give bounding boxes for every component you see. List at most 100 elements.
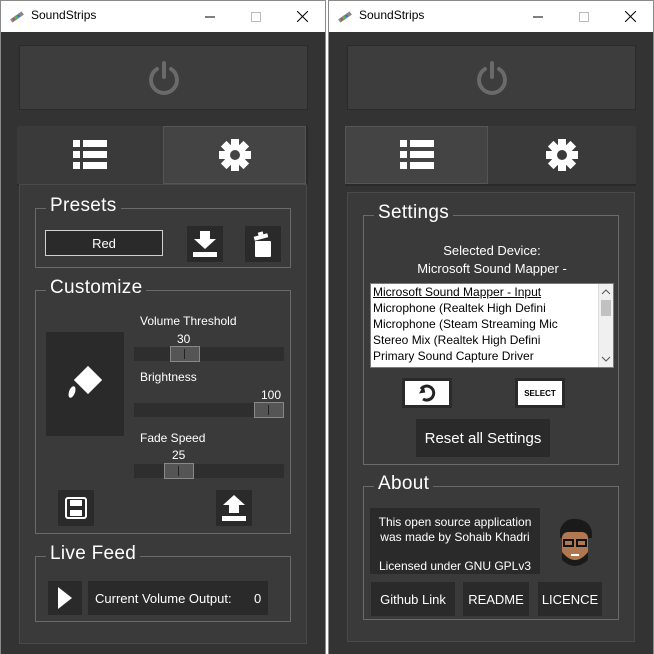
save-preset-button[interactable] xyxy=(58,490,94,526)
app-icon xyxy=(10,11,24,23)
settings-title: Settings xyxy=(374,202,454,224)
window-title: SoundStrips xyxy=(359,8,425,22)
customize-panel: Presets Red Customize Volume Threshold 3… xyxy=(19,184,307,644)
about-title: About xyxy=(374,473,434,495)
volume-output-box: Current Volume Output: 0 xyxy=(88,581,268,615)
slider-thumb[interactable] xyxy=(170,346,200,362)
volume-threshold-slider[interactable] xyxy=(134,346,284,362)
soundstrips-window-right: SoundStrips Settings Selected Device: Mi… xyxy=(328,0,654,654)
download-icon xyxy=(193,231,217,257)
gear-icon xyxy=(546,139,578,171)
maximize-icon xyxy=(251,11,261,22)
paint-bucket-icon xyxy=(68,365,103,398)
trash-icon xyxy=(253,231,271,257)
github-link-button[interactable]: Github Link xyxy=(371,582,455,616)
device-list-item[interactable]: Stereo Mix (Realtek High Defini xyxy=(371,332,613,348)
customize-group: Customize Volume Threshold 30 Brightness… xyxy=(35,277,291,534)
volume-threshold-value: 30 xyxy=(177,332,191,346)
slider-thumb[interactable] xyxy=(164,463,194,479)
settings-group: Settings Selected Device: Microsoft Soun… xyxy=(363,202,619,465)
titlebar[interactable]: SoundStrips xyxy=(329,1,653,32)
close-button[interactable] xyxy=(279,1,325,32)
volume-output-value: 0 xyxy=(254,591,262,606)
window-title: SoundStrips xyxy=(31,8,97,22)
client-area: Settings Selected Device: Microsoft Soun… xyxy=(329,32,653,654)
scroll-up-icon[interactable] xyxy=(599,285,613,299)
author-avatar xyxy=(544,512,604,572)
about-license: Licensed under GNU GPLv3 xyxy=(378,559,532,573)
device-list[interactable]: Microsoft Sound Mapper - Input Microphone… xyxy=(370,283,614,368)
readme-button[interactable]: README xyxy=(463,582,529,616)
play-icon xyxy=(58,587,72,609)
export-preset-button[interactable] xyxy=(216,490,252,526)
minimize-icon xyxy=(533,16,543,17)
device-list-item[interactable]: Microphone (Realtek High Defini xyxy=(371,300,613,316)
fade-speed-label: Fade Speed xyxy=(140,431,206,445)
selected-device-label: Selected Device: xyxy=(443,243,541,258)
save-icon xyxy=(65,497,87,519)
close-icon xyxy=(296,11,308,22)
preset-name-field[interactable]: Red xyxy=(45,230,163,256)
list-icon xyxy=(73,140,107,169)
refresh-icon xyxy=(419,384,436,402)
minimize-button[interactable] xyxy=(187,1,233,32)
delete-preset-button[interactable] xyxy=(245,226,281,262)
close-button[interactable] xyxy=(607,1,653,32)
device-list-item[interactable]: Microsoft Sound Mapper - Input xyxy=(371,284,613,300)
about-line2: was made by Sohaib Khadri xyxy=(380,530,530,544)
volume-output-label: Current Volume Output: xyxy=(95,591,232,606)
color-picker-button[interactable] xyxy=(46,332,124,436)
live-feed-group: Live Feed Current Volume Output: 0 xyxy=(35,543,291,622)
fade-speed-value: 25 xyxy=(172,448,186,462)
play-button[interactable] xyxy=(48,581,82,615)
settings-panel: Settings Selected Device: Microsoft Soun… xyxy=(347,192,635,642)
about-line1: This open source application xyxy=(378,515,532,529)
tab-strip xyxy=(345,126,636,186)
select-device-button[interactable]: SELECT xyxy=(515,378,565,408)
about-group: About This open source application was m… xyxy=(363,473,619,620)
volume-threshold-label: Volume Threshold xyxy=(140,314,237,328)
list-icon xyxy=(399,140,434,169)
refresh-devices-button[interactable] xyxy=(402,378,452,408)
scroll-down-icon[interactable] xyxy=(599,352,613,366)
tab-customize[interactable] xyxy=(17,126,163,184)
selected-device-value: Microsoft Sound Mapper - xyxy=(417,261,567,276)
tab-settings[interactable] xyxy=(163,126,306,184)
customize-title: Customize xyxy=(46,277,147,299)
presets-group: Presets Red xyxy=(35,195,291,268)
live-feed-title: Live Feed xyxy=(46,543,141,565)
tab-settings[interactable] xyxy=(488,126,636,184)
upload-icon xyxy=(222,495,246,521)
fade-speed-slider[interactable] xyxy=(134,463,284,479)
client-area: Presets Red Customize Volume Threshold 3… xyxy=(1,32,325,654)
gear-icon xyxy=(218,139,251,171)
slider-thumb[interactable] xyxy=(254,402,284,418)
device-items: Microsoft Sound Mapper - Input Microphone… xyxy=(371,284,613,364)
maximize-button[interactable] xyxy=(561,1,607,32)
soundstrips-window-left: SoundStrips Presets Red Customize Volume… xyxy=(0,0,326,654)
power-icon xyxy=(148,60,179,95)
scroll-thumb[interactable] xyxy=(601,300,611,316)
brightness-label: Brightness xyxy=(140,370,197,384)
maximize-button[interactable] xyxy=(233,1,279,32)
reset-settings-button[interactable]: Reset all Settings xyxy=(416,419,550,457)
device-list-scrollbar[interactable] xyxy=(598,284,613,367)
load-preset-button[interactable] xyxy=(187,226,223,262)
maximize-icon xyxy=(579,11,589,22)
power-button[interactable] xyxy=(347,45,636,110)
presets-title: Presets xyxy=(46,195,121,217)
tab-customize[interactable] xyxy=(345,126,488,184)
brightness-value: 100 xyxy=(261,388,282,402)
power-icon xyxy=(476,60,507,95)
device-list-item[interactable]: Microphone (Steam Streaming Mic xyxy=(371,316,613,332)
app-icon xyxy=(338,11,352,23)
device-list-item[interactable]: Primary Sound Capture Driver xyxy=(371,348,613,364)
power-button[interactable] xyxy=(19,45,308,110)
licence-button[interactable]: LICENCE xyxy=(538,582,602,616)
minimize-icon xyxy=(205,16,215,17)
titlebar[interactable]: SoundStrips xyxy=(1,1,325,32)
tab-strip xyxy=(17,126,308,186)
about-text-box: This open source application was made by… xyxy=(370,508,540,574)
minimize-button[interactable] xyxy=(515,1,561,32)
brightness-slider[interactable] xyxy=(134,402,284,418)
